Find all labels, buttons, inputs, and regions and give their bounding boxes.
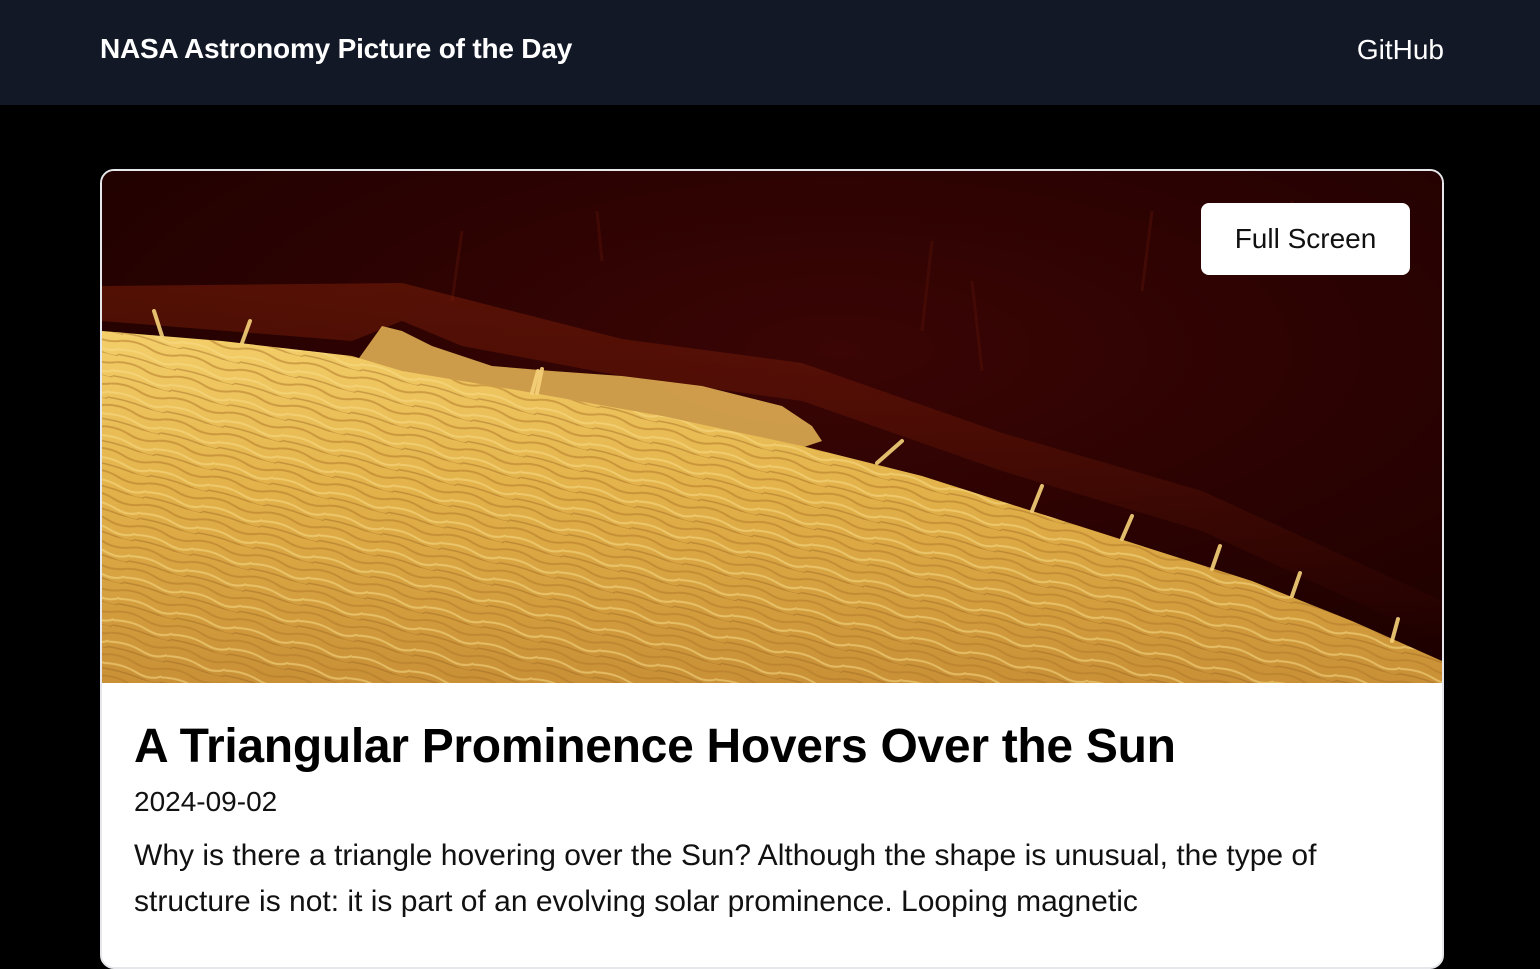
- apod-image: Full Screen: [102, 171, 1442, 683]
- apod-details: A Triangular Prominence Hovers Over the …: [134, 683, 1410, 925]
- apod-title: A Triangular Prominence Hovers Over the …: [134, 720, 1176, 773]
- full-screen-button[interactable]: Full Screen: [1201, 203, 1410, 275]
- apod-explanation: Why is there a triangle hovering over th…: [134, 839, 1317, 918]
- github-link[interactable]: GitHub: [1357, 33, 1444, 67]
- apod-date: 2024-09-02: [134, 786, 278, 817]
- site-title: NASA Astronomy Picture of the Day: [100, 33, 573, 64]
- top-navigation-bar: NASA Astronomy Picture of the Day GitHub: [0, 0, 1540, 105]
- apod-card: Full Screen A Triangular Prominence Hove…: [100, 169, 1444, 969]
